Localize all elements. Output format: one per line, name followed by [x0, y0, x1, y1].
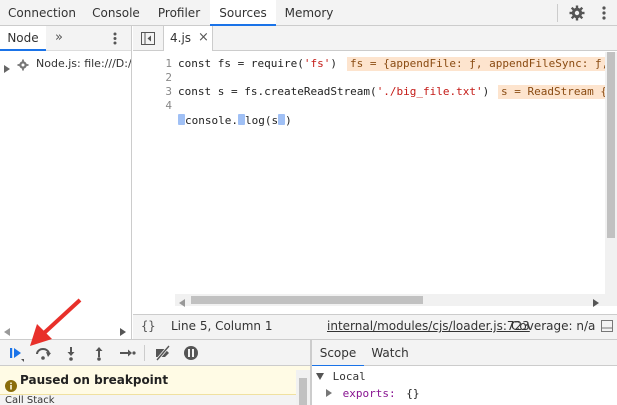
line-number[interactable]: 4 [165, 99, 172, 113]
scroll-right-icon[interactable] [120, 325, 126, 336]
collapsed-triangle-icon[interactable] [326, 387, 332, 397]
navigator-tree-item[interactable]: Node.js: file:///D:/... [0, 54, 131, 74]
scope-group-label: Local [332, 370, 366, 383]
expand-triangle-icon[interactable] [4, 60, 10, 73]
toggle-navigator-icon[interactable] [141, 32, 155, 45]
scope-entry[interactable]: exports: {} [326, 387, 419, 401]
toolbar-divider [144, 345, 145, 361]
line-number[interactable]: 1 [165, 57, 172, 71]
editor-file-tab[interactable]: 4.js × [163, 26, 213, 51]
step-into-icon[interactable] [62, 344, 80, 362]
line-number-current[interactable]: 5 [133, 114, 173, 128]
devtools-tab-bar: Connection Console Profiler Sources Memo… [0, 0, 617, 26]
step-out-icon[interactable] [90, 344, 108, 362]
gear-icon [16, 58, 30, 71]
vertical-scroll-thumb[interactable] [607, 52, 615, 238]
close-tab-icon[interactable]: × [198, 26, 209, 49]
tab-profiler[interactable]: Profiler [148, 0, 210, 26]
navigator-horizontal-scrollbar[interactable] [0, 320, 132, 338]
source-location-link[interactable]: internal/modules/cjs/loader.js:723 [327, 315, 530, 337]
line-number[interactable]: 3 [165, 85, 172, 99]
editor-horizontal-scrollbar[interactable] [175, 294, 605, 307]
scope-entry-key: exports [342, 387, 389, 400]
horizontal-scroll-thumb[interactable] [191, 296, 423, 304]
line-number[interactable]: 2 [165, 71, 172, 85]
step-icon[interactable] [118, 344, 136, 362]
navigator-pane: Node » Node.js: file:///D:/... [0, 26, 132, 339]
navigator-menu-icon[interactable] [110, 31, 120, 46]
expanded-triangle-icon[interactable] [316, 370, 324, 380]
line-number-gutter[interactable]: 1 2 3 4 [133, 52, 175, 294]
editor-file-tab-label: 4.js [170, 31, 192, 45]
debugger-sidebar-scrollbar[interactable] [296, 370, 310, 405]
debugger-toolbar [0, 339, 310, 366]
navigator-header: Node » [0, 26, 131, 51]
paused-status-text: Paused on breakpoint [20, 373, 169, 387]
inline-breakpoint-marker[interactable] [178, 114, 185, 125]
call-stack-label: Call Stack [5, 395, 55, 405]
scope-tab-bar: Scope Watch [311, 339, 617, 367]
code-line-5: console. log(s) [178, 114, 292, 128]
editor-vertical-scrollbar[interactable] [605, 52, 617, 306]
scope-entry-value: {} [406, 387, 420, 400]
editor-status-bar: {} Line 5, Column 1 internal/modules/cjs… [133, 314, 617, 339]
gear-icon[interactable] [568, 4, 586, 22]
inline-value-s[interactable]: s = ReadStream { [498, 85, 605, 99]
pause-on-exceptions-icon[interactable] [182, 344, 200, 362]
tab-memory[interactable]: Memory [276, 0, 342, 26]
inline-value-fs[interactable]: fs = {appendFile: ƒ, appendFileSync: ƒ, [347, 57, 605, 71]
scroll-left-icon[interactable] [179, 296, 185, 307]
tab-scope[interactable]: Scope [312, 340, 364, 367]
paused-banner: Paused on breakpoint [0, 366, 310, 395]
kebab-menu-icon[interactable] [598, 5, 610, 21]
scope-panel: Local exports: {} [311, 366, 617, 405]
debugger-scroll-thumb[interactable] [299, 378, 307, 405]
tab-watch[interactable]: Watch [364, 340, 416, 367]
resume-icon[interactable] [6, 344, 24, 362]
code-line-1: const fs = require('fs') [178, 57, 337, 70]
scroll-right-icon[interactable] [593, 296, 599, 307]
cursor-position: Line 5, Column 1 [171, 319, 273, 333]
deactivate-breakpoints-icon[interactable] [154, 344, 172, 362]
code-line-3: const s = fs.createReadStream('./big_fil… [178, 85, 490, 98]
navigator-tree-item-label: Node.js: file:///D:/... [36, 57, 131, 70]
scope-group-local[interactable]: Local [316, 370, 366, 384]
inline-breakpoint-marker[interactable] [237, 114, 245, 125]
step-over-icon[interactable] [34, 344, 52, 362]
tab-sources[interactable]: Sources [210, 0, 276, 26]
tab-bar-divider [557, 4, 558, 22]
more-tabs-button[interactable]: » [55, 26, 63, 50]
tab-connection[interactable]: Connection [0, 0, 84, 26]
info-icon [5, 374, 17, 392]
toggle-debugger-icon[interactable] [601, 320, 613, 332]
tab-console[interactable]: Console [84, 0, 148, 26]
code-editor[interactable]: const fs = require('fs') fs = {appendFil… [175, 52, 605, 294]
scroll-left-icon[interactable] [4, 325, 10, 336]
coverage-status: Coverage: n/a [511, 319, 596, 333]
call-stack-header[interactable]: Call Stack [0, 395, 296, 405]
pretty-print-button[interactable]: {} [141, 315, 155, 337]
editor-tab-bar: 4.js × [133, 26, 617, 51]
navigator-tab-node[interactable]: Node [0, 26, 46, 51]
